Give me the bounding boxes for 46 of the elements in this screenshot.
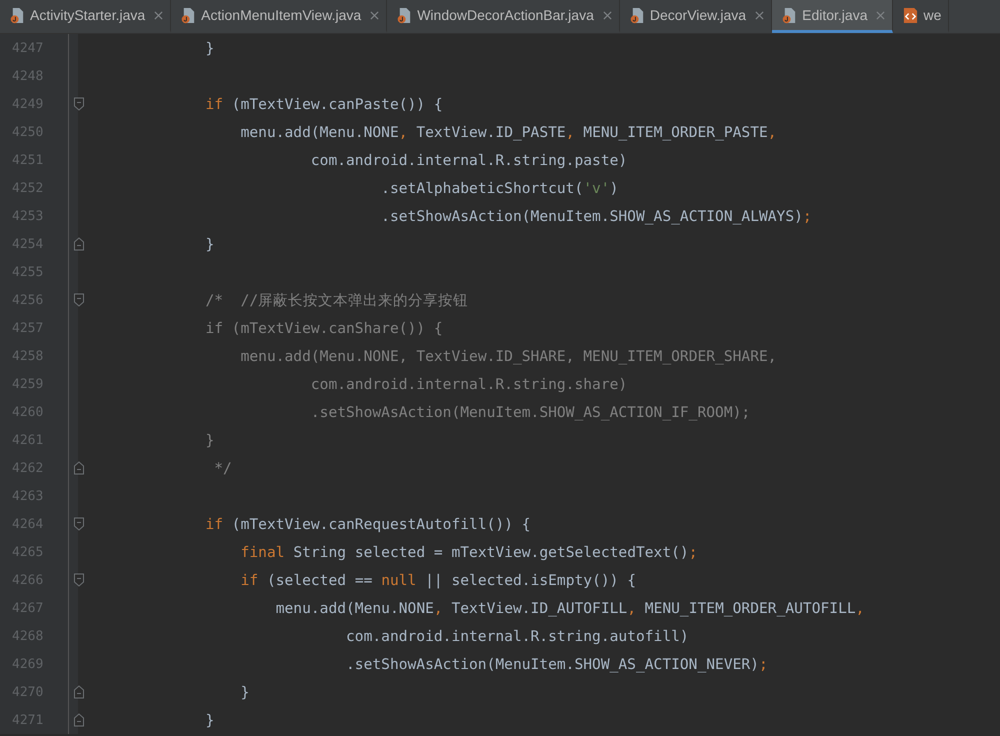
code-line: */ xyxy=(214,460,232,476)
fold-icon[interactable] xyxy=(73,685,85,699)
code-line: menu.add(Menu.NONE, TextView.ID_AUTOFILL, MENU_ITEM_ORDER_AUTOFILL, xyxy=(276,600,864,616)
java-file-icon xyxy=(782,6,798,24)
code-line: menu.add(Menu.NONE, TextView.ID_PASTE, MENU_ITEM_ORDER_PASTE, xyxy=(240,124,777,140)
editor-tab[interactable]: WindowDecorActionBar.java xyxy=(387,0,620,33)
java-file-icon xyxy=(397,6,412,24)
code-line: .setShowAsAction(MenuItem.SHOW_AS_ACTION_ALWAYS); xyxy=(381,208,812,224)
code-line: if (selected == null || selected.isEmpty()) { xyxy=(240,572,636,588)
fold-icon[interactable] xyxy=(73,461,85,475)
fold-icon[interactable] xyxy=(73,573,85,587)
code-line: .setShowAsAction(MenuItem.SHOW_AS_ACTION_IF_ROOM); xyxy=(310,404,750,420)
code-line: .setAlphabeticShortcut('v') xyxy=(381,180,618,196)
fold-icon[interactable] xyxy=(73,293,85,307)
close-icon[interactable] xyxy=(876,10,886,20)
fold-icon[interactable] xyxy=(73,97,85,111)
java-file-icon xyxy=(10,6,25,24)
code-line: if (mTextView.canShare()) { xyxy=(205,320,443,336)
editor-tab[interactable]: ActionMenuItemView.java xyxy=(171,0,388,33)
code-line: } xyxy=(205,712,214,728)
close-icon[interactable] xyxy=(370,10,380,20)
close-icon[interactable] xyxy=(154,10,164,20)
editor-tab[interactable]: ActivityStarter.java xyxy=(0,0,172,33)
close-icon[interactable] xyxy=(602,10,612,20)
code-line: } xyxy=(205,236,214,252)
code-line: com.android.internal.R.string.paste) xyxy=(310,152,628,168)
html-file-icon xyxy=(903,6,918,24)
java-file-icon xyxy=(630,6,645,24)
code-line: } xyxy=(205,40,214,56)
code-line: } xyxy=(205,432,214,448)
fold-icon[interactable] xyxy=(73,237,85,251)
code-line: com.android.internal.R.string.autofill) xyxy=(346,628,689,644)
code-line: if (mTextView.canPaste()) { xyxy=(205,96,443,112)
java-file-icon xyxy=(181,6,196,24)
code-line: } xyxy=(240,684,250,700)
code-line: final String selected = mTextView.getSelectedText(); xyxy=(240,544,698,560)
fold-icon[interactable] xyxy=(73,517,85,531)
close-icon[interactable] xyxy=(755,10,764,20)
editor-tab[interactable]: Editor.java xyxy=(772,0,894,33)
code-line: if (mTextView.canRequestAutofill()) { xyxy=(205,516,531,532)
code-line: /* //屏蔽长按文本弹出来的分享按钮 xyxy=(205,290,468,310)
code-line: .setShowAsAction(MenuItem.SHOW_AS_ACTION_NEVER); xyxy=(346,656,768,672)
code-line: menu.add(Menu.NONE, TextView.ID_SHARE, MENU_ITEM_ORDER_SHARE, xyxy=(240,348,777,364)
editor-tab[interactable]: we xyxy=(893,0,950,33)
code-line: com.android.internal.R.string.share) xyxy=(310,376,628,392)
fold-icon[interactable] xyxy=(73,713,85,727)
